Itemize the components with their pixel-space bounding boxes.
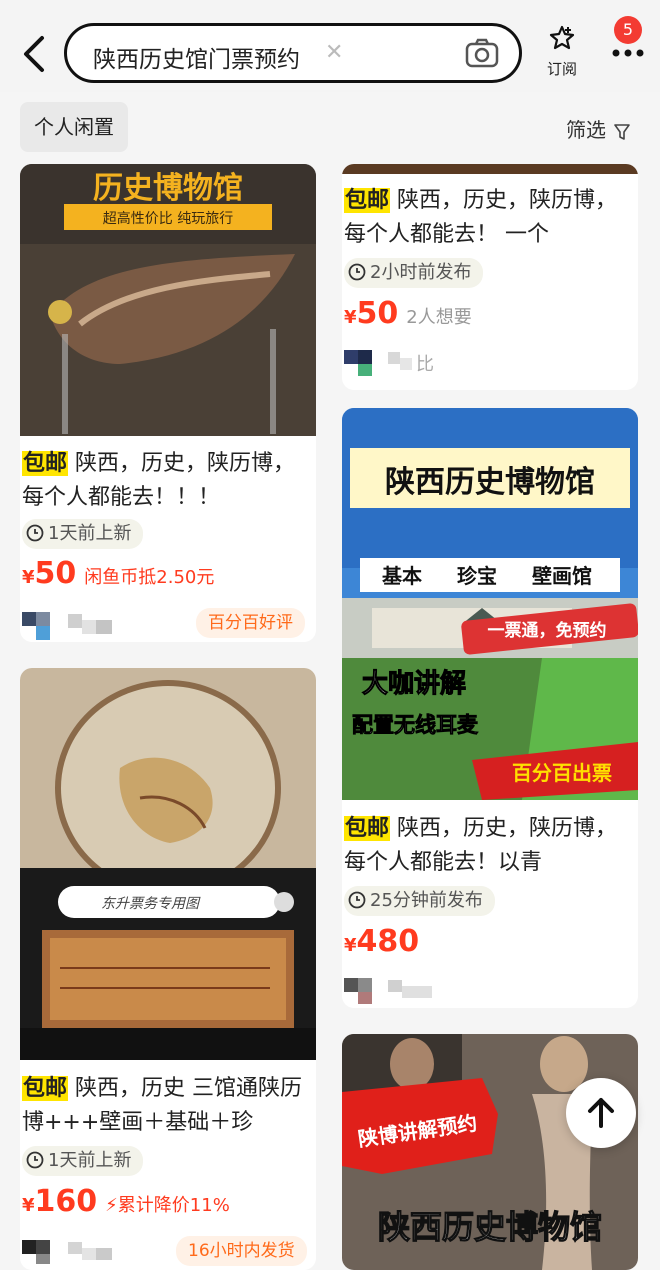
price-value: 160 — [34, 1184, 98, 1219]
product-image[interactable]: 陕博讲解预约 陕西历史博物馆 — [342, 1034, 638, 1270]
subscribe-label: 订阅 — [546, 60, 577, 78]
clock-icon — [348, 263, 366, 281]
time-text: 25分钟前发布 — [370, 890, 483, 911]
currency-symbol: ¥ — [22, 1195, 35, 1216]
watermark-text: 东升票务专用图 — [101, 896, 201, 912]
filter-label: 筛选 — [566, 118, 606, 142]
clear-icon[interactable]: ✕ — [325, 40, 343, 65]
search-bar[interactable]: 陕西历史馆门票预约 ✕ — [64, 23, 522, 83]
clock-icon — [26, 1151, 44, 1169]
price-value: 50 — [34, 556, 77, 591]
product-image[interactable]: 东升票务专用图 — [20, 668, 316, 1060]
time-badge: 1天前上新 — [22, 519, 144, 549]
back-to-top-button[interactable] — [566, 1078, 636, 1148]
currency-symbol: ¥ — [344, 307, 357, 328]
lightning-icon: ⚡ — [105, 1195, 118, 1216]
time-text: 1天前上新 — [48, 1150, 132, 1171]
want-count: 2人想要 — [406, 307, 472, 328]
image-guaranteed-text: 百分百出票 — [512, 761, 612, 785]
time-badge: 2小时前发布 — [344, 258, 484, 288]
product-title[interactable]: 包邮 陕西，历史，陕历博，每个人都能去！！！ — [22, 447, 314, 515]
image-subtitle: 超高性价比 纯玩旅行 — [103, 210, 233, 227]
currency-symbol: ¥ — [344, 935, 357, 956]
free-shipping-tag: 包邮 — [344, 816, 391, 841]
seller-name-suffix: 比 — [416, 354, 434, 375]
free-shipping-tag: 包邮 — [22, 451, 69, 476]
good-review-badge: 百分百好评 — [196, 608, 305, 638]
image-title: 陕西历史博物馆 — [385, 465, 595, 500]
product-title[interactable]: 包邮 陕西，历史 三馆通陕历博+++壁画＋基础＋珍 — [22, 1072, 314, 1140]
time-badge: 1天前上新 — [22, 1146, 144, 1176]
product-title[interactable]: 包邮 陕西，历史，陕历博，每个人都能去！ 一个 — [344, 184, 636, 252]
subscribe-button[interactable]: 订阅 — [540, 24, 584, 84]
image-headset-text: 配置无线耳麦 — [352, 713, 479, 737]
price: ¥160 ⚡累计降价11% — [22, 1184, 230, 1219]
filter-bar: 个人闲置 筛选 — [0, 92, 660, 164]
time-text: 2小时前发布 — [370, 262, 472, 283]
top-bar: 陕西历史馆门票预约 ✕ 订阅 5 — [0, 0, 660, 92]
search-input[interactable]: 陕西历史馆门票预约 — [93, 40, 300, 74]
free-shipping-tag: 包邮 — [22, 1076, 69, 1101]
free-shipping-tag: 包邮 — [344, 188, 391, 213]
back-arrow-icon[interactable] — [18, 34, 54, 74]
product-card[interactable]: 陕博讲解预约 陕西历史博物馆 — [342, 1034, 638, 1270]
image-label-treasure: 珍宝 — [457, 564, 497, 588]
time-badge: 25分钟前发布 — [344, 886, 495, 916]
price: ¥480 — [344, 924, 419, 959]
clock-icon — [348, 891, 366, 909]
image-subtitle: 陕西历史博物馆 — [378, 1208, 602, 1246]
product-title[interactable]: 包邮 陕西，历史，陕历博，每个人都能去！以青 — [344, 812, 636, 880]
product-image[interactable]: 历史博物馆 超高性价比 纯玩旅行 — [20, 164, 316, 436]
price: ¥50 2人想要 — [344, 296, 472, 331]
product-card[interactable]: 陕西历史博物馆 基本 珍宝 壁画馆 一票通，免预约 大咖讲解 配置无线耳麦 百分… — [342, 408, 638, 1008]
seller-avatar[interactable] — [22, 1236, 132, 1268]
product-card[interactable]: 历史博物馆 超高性价比 纯玩旅行 包邮 陕西，历史，陕历博，每个人都能去！！！ … — [20, 164, 316, 642]
clock-icon — [26, 524, 44, 542]
more-icon[interactable] — [606, 38, 650, 68]
product-image[interactable]: 陕西历史博物馆 基本 珍宝 壁画馆 一票通，免预约 大咖讲解 配置无线耳麦 百分… — [342, 408, 638, 800]
funnel-icon — [614, 123, 631, 140]
star-icon — [549, 25, 575, 50]
price-value: 50 — [356, 296, 399, 331]
image-guide-text: 大咖讲解 — [362, 669, 466, 699]
seller-avatar[interactable]: 比 — [344, 346, 454, 378]
price: ¥50 闲鱼币抵2.50元 — [22, 556, 214, 591]
price-drop-text: ⚡累计降价11% — [105, 1195, 230, 1216]
price-drop-label: 累计降价11% — [117, 1195, 230, 1216]
image-title: 历史博物馆 — [93, 171, 243, 206]
coin-discount-text: 闲鱼币抵2.50元 — [84, 567, 215, 588]
price-value: 480 — [356, 924, 420, 959]
image-badge-no-reservation: 一票通，免预约 — [488, 620, 607, 641]
product-image[interactable] — [342, 164, 638, 174]
currency-symbol: ¥ — [22, 567, 35, 588]
camera-icon[interactable] — [465, 38, 499, 68]
image-label-basic: 基本 — [382, 564, 422, 588]
filter-button[interactable]: 筛选 — [566, 114, 631, 143]
seller-avatar[interactable] — [344, 974, 454, 1006]
arrow-up-icon — [588, 1098, 614, 1128]
shipping-time-badge: 16小时内发货 — [176, 1236, 307, 1266]
image-label-mural: 壁画馆 — [532, 564, 592, 588]
time-text: 1天前上新 — [48, 523, 132, 544]
filter-chip-personal-idle[interactable]: 个人闲置 — [20, 102, 128, 152]
product-card[interactable]: 包邮 陕西，历史，陕历博，每个人都能去！ 一个 2小时前发布 ¥50 2人想要 比 — [342, 164, 638, 390]
seller-avatar[interactable] — [22, 608, 132, 640]
product-card[interactable]: 东升票务专用图 包邮 陕西，历史 三馆通陕历博+++壁画＋基础＋珍 1天前上新 … — [20, 668, 316, 1270]
